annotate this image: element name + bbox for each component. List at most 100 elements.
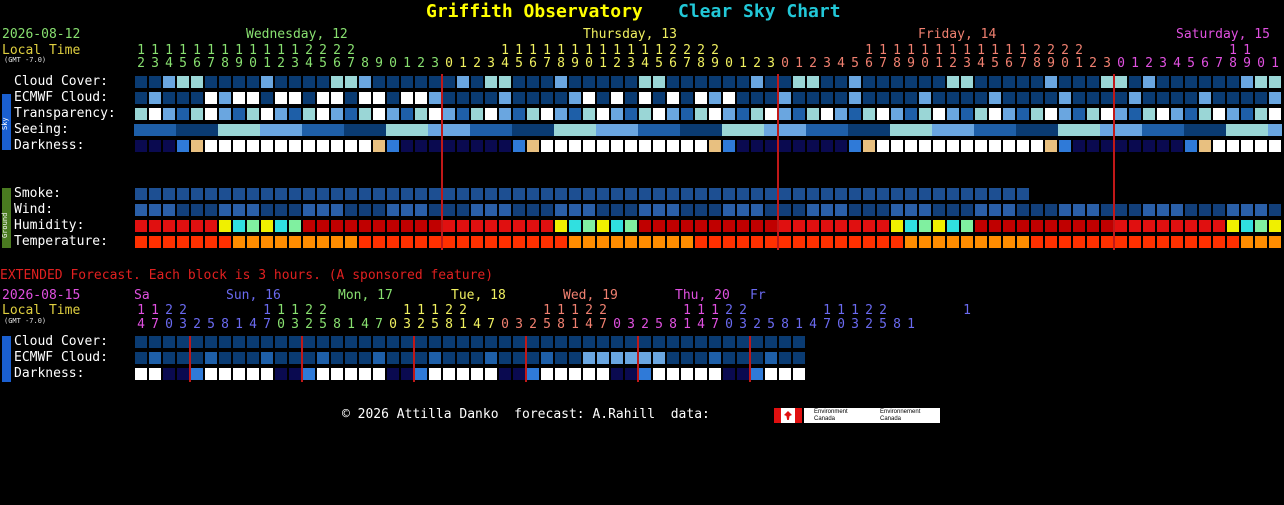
smoke-block bbox=[751, 188, 763, 200]
humidity-block bbox=[667, 220, 679, 232]
transparency-block bbox=[1171, 108, 1183, 120]
ext-darkness-block bbox=[583, 368, 595, 380]
wind-block bbox=[807, 204, 819, 216]
seeing-block bbox=[848, 124, 862, 136]
darkness-block bbox=[961, 140, 973, 152]
darkness-block bbox=[1227, 140, 1239, 152]
ext-darkness-block bbox=[765, 368, 777, 380]
smoke-block bbox=[765, 188, 777, 200]
ext-ecmwf-block bbox=[541, 352, 553, 364]
cloud-block bbox=[513, 76, 525, 88]
cloud-block bbox=[429, 76, 441, 88]
transparency-block bbox=[1101, 108, 1113, 120]
ext-cloud-block bbox=[779, 336, 791, 348]
temperature-block bbox=[429, 236, 441, 248]
ext-ecmwf-block bbox=[261, 352, 273, 364]
humidity-block bbox=[303, 220, 315, 232]
smoke-block bbox=[541, 188, 553, 200]
seeing-block bbox=[610, 124, 624, 136]
temperature-block bbox=[625, 236, 637, 248]
cloud-block bbox=[877, 76, 889, 88]
transparency-block bbox=[345, 108, 357, 120]
cloud-block bbox=[247, 76, 259, 88]
wind-block bbox=[275, 204, 287, 216]
ecmwf-block bbox=[485, 92, 497, 104]
transparency-block bbox=[233, 108, 245, 120]
transparency-block bbox=[177, 108, 189, 120]
humidity-block bbox=[891, 220, 903, 232]
transparency-block bbox=[807, 108, 819, 120]
smoke-block bbox=[1017, 188, 1029, 200]
cloud-block bbox=[219, 76, 231, 88]
humidity-block bbox=[1003, 220, 1015, 232]
wind-block bbox=[331, 204, 343, 216]
ext-ecmwf-block bbox=[219, 352, 231, 364]
darkness-block bbox=[1199, 140, 1211, 152]
wind-block bbox=[541, 204, 553, 216]
ecmwf-block bbox=[821, 92, 833, 104]
wind-block bbox=[863, 204, 875, 216]
darkness-block bbox=[1241, 140, 1253, 152]
ext-cloud-block bbox=[709, 336, 721, 348]
cloud-block bbox=[821, 76, 833, 88]
transparency-block bbox=[1185, 108, 1197, 120]
darkness-block bbox=[905, 140, 917, 152]
humidity-block bbox=[1045, 220, 1057, 232]
humidity-block bbox=[359, 220, 371, 232]
cloud-block bbox=[905, 76, 917, 88]
darkness-block bbox=[1073, 140, 1085, 152]
humidity-block bbox=[779, 220, 791, 232]
humidity-block bbox=[1227, 220, 1239, 232]
ext-cloud-block bbox=[597, 336, 609, 348]
smoke-block bbox=[611, 188, 623, 200]
transparency-block bbox=[527, 108, 539, 120]
ext-ecmwf-block bbox=[359, 352, 371, 364]
smoke-block bbox=[947, 188, 959, 200]
darkness-block bbox=[1031, 140, 1043, 152]
darkness-block bbox=[737, 140, 749, 152]
smoke-block bbox=[163, 188, 175, 200]
humidity-block bbox=[471, 220, 483, 232]
wind-block bbox=[667, 204, 679, 216]
ext-cloud-block bbox=[485, 336, 497, 348]
ext-ecmwf-block bbox=[625, 352, 637, 364]
cloud-block bbox=[541, 76, 553, 88]
ecmwf-block bbox=[1269, 92, 1281, 104]
smoke-block bbox=[359, 188, 371, 200]
cloud-block bbox=[947, 76, 959, 88]
wind-block bbox=[261, 204, 273, 216]
smoke-block bbox=[597, 188, 609, 200]
ecmwf-block bbox=[765, 92, 777, 104]
ext-cloud-block bbox=[723, 336, 735, 348]
wind-block bbox=[401, 204, 413, 216]
smoke-block bbox=[415, 188, 427, 200]
smoke-block bbox=[583, 188, 595, 200]
ext-cloud-block bbox=[345, 336, 357, 348]
humidity-block bbox=[1073, 220, 1085, 232]
smoke-block bbox=[443, 188, 455, 200]
ext-ecmwf-block bbox=[723, 352, 735, 364]
wind-block bbox=[961, 204, 973, 216]
seeing-block bbox=[652, 124, 666, 136]
cloud-block bbox=[233, 76, 245, 88]
ext-darkness-block bbox=[569, 368, 581, 380]
darkness-block bbox=[751, 140, 763, 152]
darkness-block bbox=[779, 140, 791, 152]
darkness-block bbox=[1059, 140, 1071, 152]
seeing-block bbox=[400, 124, 414, 136]
darkness-block bbox=[975, 140, 987, 152]
cloud-block bbox=[499, 76, 511, 88]
ext-ecmwf-block bbox=[387, 352, 399, 364]
ext-cloud-block bbox=[331, 336, 343, 348]
humidity-block bbox=[247, 220, 259, 232]
ext-darkness-block bbox=[191, 368, 203, 380]
humidity-block bbox=[1087, 220, 1099, 232]
ecmwf-block bbox=[1171, 92, 1183, 104]
ecmwf-block bbox=[1241, 92, 1253, 104]
ext-ecmwf-block bbox=[471, 352, 483, 364]
transparency-block bbox=[247, 108, 259, 120]
temperature-block bbox=[1031, 236, 1043, 248]
ext-ecmwf-block bbox=[765, 352, 777, 364]
cloud-block bbox=[1059, 76, 1071, 88]
wind-block bbox=[1017, 204, 1029, 216]
